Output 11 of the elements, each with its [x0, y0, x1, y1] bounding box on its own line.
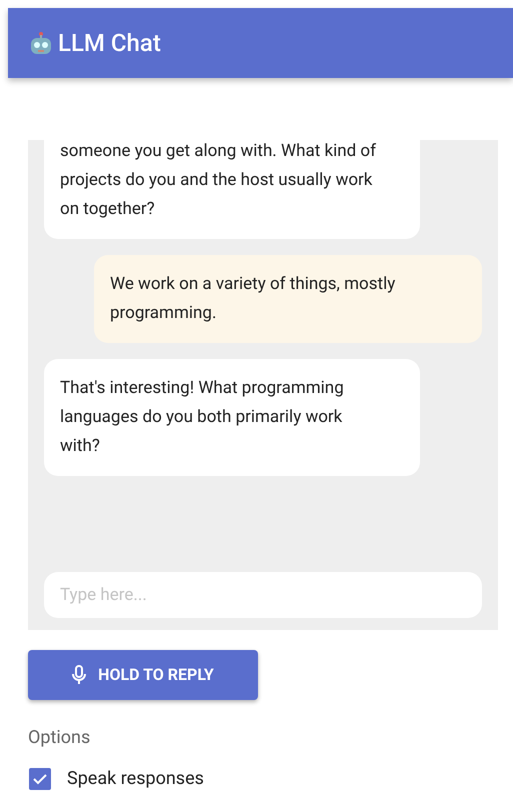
checkbox[interactable]: [29, 768, 51, 790]
user-message: We work on a variety of things, mostly programming.: [94, 255, 482, 343]
hold-to-reply-button[interactable]: HOLD TO REPLY: [28, 650, 258, 700]
assistant-message: someone you get along with. What kind of projects do you and the host usually work on together?: [44, 140, 420, 239]
assistant-message: That's interesting! What programming languages do you both primarily work with?: [44, 359, 420, 476]
robot-icon: [30, 31, 52, 55]
app-title: LLM Chat: [58, 28, 161, 59]
options-heading: Options: [28, 726, 90, 750]
checkbox-label: Speak responses: [67, 767, 204, 791]
message-input[interactable]: Type here...: [44, 572, 482, 618]
microphone-icon: [72, 665, 86, 685]
